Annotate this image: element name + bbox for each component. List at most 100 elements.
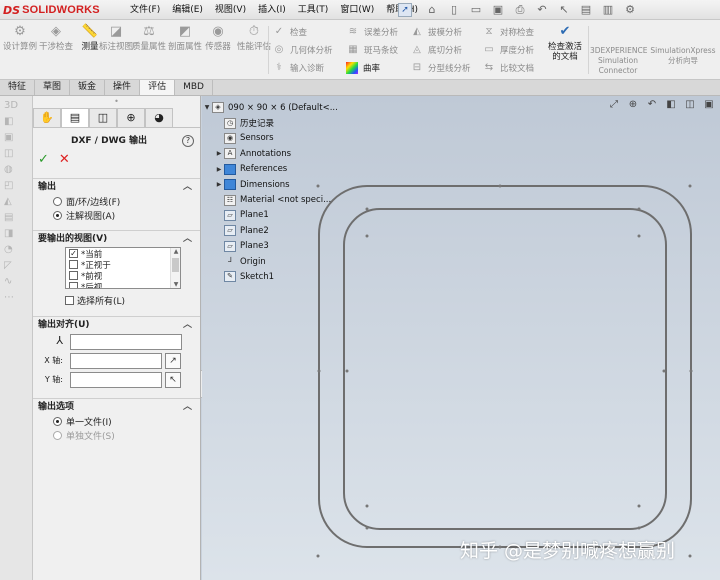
deviation-analysis-button[interactable]: ≋ 误差分析 — [346, 24, 398, 40]
scroll-down-icon[interactable]: ▼ — [171, 281, 180, 288]
cylinder-icon[interactable]: ◍ — [4, 164, 18, 176]
radio-button[interactable] — [53, 196, 62, 206]
pin-menu-icon[interactable]: ➚ — [398, 3, 412, 17]
more-tools-icon[interactable]: ⋯ — [4, 292, 18, 304]
open-folder-icon[interactable]: ▭ — [468, 2, 484, 18]
cube-icon[interactable]: ◫ — [4, 148, 18, 160]
undercut-analysis-button[interactable]: ◬ 底切分析 — [410, 42, 462, 58]
section-properties-button[interactable]: ◩ 剖面属性 — [167, 24, 203, 52]
thickness-analysis-button[interactable]: ▭ 厚度分析 — [482, 42, 534, 58]
tree-item-annotations[interactable]: ▶ A Annotations — [202, 146, 362, 161]
check-active-document-button[interactable]: ✔ 检查激活的文档 — [544, 24, 586, 62]
geometry-analysis-button[interactable]: ◎ 几何体分析 — [272, 42, 333, 58]
fillet-icon[interactable]: ◔ — [4, 244, 18, 256]
checkbox-checked[interactable]: ✓ — [69, 249, 78, 258]
home-icon[interactable]: ⌂ — [424, 2, 440, 18]
face-icon[interactable]: ◧ — [4, 116, 18, 128]
list-item[interactable]: *后视 — [66, 281, 180, 288]
tree-item-sketch1[interactable]: ✎ Sketch1 — [202, 269, 362, 284]
collapse-chevron-icon[interactable]: ︿ — [183, 179, 192, 195]
collapse-chevron-icon[interactable]: ︿ — [183, 231, 192, 247]
select-all-checkbox-row[interactable]: 选择所有(L) — [65, 294, 125, 307]
y-axis-reverse-direction-icon[interactable]: ↖ — [165, 372, 181, 388]
file-properties-icon[interactable]: ▥ — [600, 2, 616, 18]
x-axis-reverse-direction-icon[interactable]: ↗ — [165, 353, 181, 369]
checkbox[interactable] — [69, 271, 78, 280]
tree-item-history[interactable]: ◷ 历史记录 — [202, 115, 362, 130]
tab-mbd[interactable]: MBD — [175, 80, 213, 95]
collapse-chevron-icon[interactable]: ︿ — [183, 317, 192, 333]
interference-check-button[interactable]: ◈ 干涉检查 — [38, 24, 74, 52]
list-item[interactable]: ✓ *当前 — [66, 248, 180, 260]
zebra-stripes-button[interactable]: ▦ 斑马条纹 — [346, 42, 398, 58]
views-group-header[interactable]: 要输出的视图(V) ︿ — [33, 230, 200, 246]
listbox-scrollbar[interactable]: ▲ ▼ — [170, 248, 180, 288]
scroll-thumb[interactable] — [172, 258, 179, 272]
checkbox[interactable] — [69, 282, 78, 288]
origin-input[interactable] — [70, 334, 182, 350]
tree-item-plane1[interactable]: ▱ Plane1 — [202, 208, 362, 223]
collapse-chevron-icon[interactable]: ︿ — [183, 399, 192, 415]
simulationxpress-wizard-button[interactable]: SimulationXpress 分析向导 — [648, 46, 718, 66]
menu-window[interactable]: 窗口(W) — [334, 0, 380, 20]
print-icon[interactable]: ⎙ — [512, 2, 528, 18]
mass-properties-button[interactable]: ⚖ 质量属性 — [131, 24, 167, 52]
display-manager-tab-icon[interactable]: ◕ — [145, 108, 173, 127]
expand-triangle-icon[interactable]: ▶ — [214, 181, 224, 188]
display-style-icon[interactable]: ▣ — [702, 98, 716, 112]
tab-features[interactable]: 特征 — [0, 80, 36, 95]
property-manager-tab-icon[interactable]: ▤ — [61, 108, 89, 127]
tab-operations[interactable]: 操件 — [105, 80, 141, 95]
zoom-area-icon[interactable]: ⊕ — [626, 98, 640, 112]
menu-insert[interactable]: 插入(I) — [252, 0, 292, 20]
tree-item-dimensions[interactable]: ▶ Dimensions — [202, 177, 362, 192]
collapse-triangle-icon[interactable]: ▼ — [202, 104, 212, 111]
3dexperience-simulation-connector-button[interactable]: 3DEXPERIENCE Simulation Connector — [590, 46, 647, 76]
tab-evaluate[interactable]: 评估 — [140, 80, 176, 95]
symmetry-check-button[interactable]: ⧖ 对称检查 — [482, 24, 534, 40]
section-view-icon[interactable]: ◧ — [664, 98, 678, 112]
radio-button-selected[interactable] — [53, 210, 62, 220]
curvature-button[interactable]: 曲率 — [346, 60, 380, 76]
compare-documents-button[interactable]: ⇆ 比较文档 — [482, 60, 534, 76]
menu-file[interactable]: 文件(F) — [124, 0, 166, 20]
undo-icon[interactable]: ↶ — [534, 2, 550, 18]
help-icon[interactable]: ? — [182, 135, 194, 147]
shell-icon[interactable]: ◰ — [4, 180, 18, 192]
tab-sketch[interactable]: 草图 — [35, 80, 71, 95]
rib-icon[interactable]: ◭ — [4, 196, 18, 208]
expand-triangle-icon[interactable]: ▶ — [214, 150, 224, 157]
select-icon[interactable]: ↖ — [556, 2, 572, 18]
solidworks-logo[interactable]: DS SOLIDWORKS — [3, 2, 100, 18]
tree-item-origin[interactable]: ⅃ Origin — [202, 254, 362, 269]
feature-manager-tab-icon[interactable]: ✋ — [33, 108, 61, 127]
panel-grip-icon[interactable]: • — [33, 96, 200, 108]
view-orientation-icon[interactable]: ◫ — [683, 98, 697, 112]
radio-button[interactable] — [53, 430, 62, 440]
expand-triangle-icon[interactable]: ▶ — [214, 166, 224, 173]
radio-separate-files[interactable]: 单独文件(S) — [33, 428, 200, 442]
scroll-up-icon[interactable]: ▲ — [171, 248, 180, 255]
previous-view-icon[interactable]: ↶ — [645, 98, 659, 112]
design-study-button[interactable]: ⚙ 设计算例 — [2, 24, 38, 52]
list-item[interactable]: *正视于 — [66, 259, 180, 271]
import-diagnostics-button[interactable]: ⚕ 输入诊断 — [272, 60, 324, 76]
options-group-header[interactable]: 输出选项 ︿ — [33, 398, 200, 414]
tab-sheet-metal[interactable]: 钣金 — [70, 80, 106, 95]
tree-item-sensors[interactable]: ◉ Sensors — [202, 131, 362, 146]
zoom-to-fit-icon[interactable]: ⤢ — [607, 98, 621, 112]
ok-check-icon[interactable]: ✓ — [38, 152, 49, 167]
configuration-manager-tab-icon[interactable]: ◫ — [89, 108, 117, 127]
check-button[interactable]: ✓ 检查 — [272, 24, 307, 40]
list-item[interactable]: *前视 — [66, 270, 180, 282]
tree-item-plane2[interactable]: ▱ Plane2 — [202, 223, 362, 238]
views-listbox[interactable]: ✓ *当前 *正视于 *前视 *后视 ▲ ▼ — [65, 247, 181, 289]
new-document-icon[interactable]: ▯ — [446, 2, 462, 18]
menu-view[interactable]: 视图(V) — [209, 0, 252, 20]
radio-single-file[interactable]: 单一文件(I) — [33, 414, 200, 428]
mark-view-button[interactable]: ◪ 标注视图 — [98, 24, 134, 52]
cancel-x-icon[interactable]: ✕ — [59, 152, 70, 167]
graphics-area[interactable]: ⤢ ⊕ ↶ ◧ ◫ ▣ ▼ ◈ 090 × 90 × 6 (Default<..… — [202, 96, 720, 580]
x-axis-input[interactable] — [70, 353, 162, 369]
radio-faces-loops-edges[interactable]: 面/环/边线(F) — [33, 194, 200, 208]
